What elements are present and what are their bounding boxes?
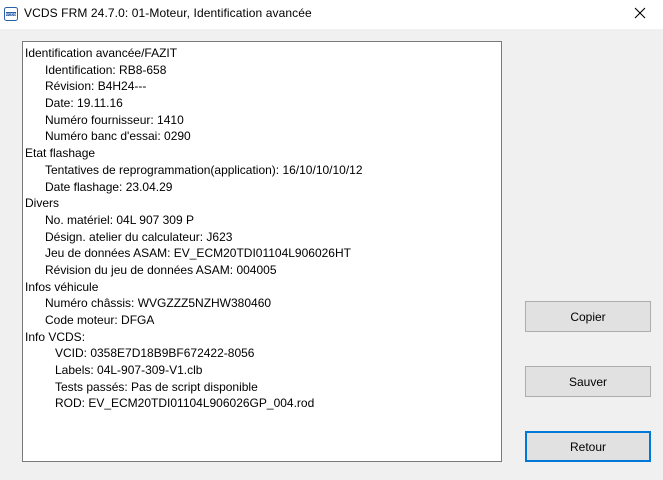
- copy-button[interactable]: Copier: [525, 301, 651, 332]
- info-line: Numéro fournisseur: 1410: [45, 112, 184, 127]
- info-line: Révision: B4H24---: [45, 79, 147, 94]
- window-title: VCDS FRM 24.7.0: 01-Moteur, Identificati…: [24, 6, 312, 20]
- info-line: Code moteur: DFGA: [45, 313, 155, 327]
- section-heading: Divers: [25, 196, 60, 211]
- vcds-window: VCDS VCDS FRM 24.7.0: 01-Moteur, Identif…: [0, 0, 663, 480]
- info-line: Date: 19.11.16: [45, 96, 123, 111]
- close-icon: [634, 6, 646, 24]
- section-heading: Info VCDS:: [25, 329, 86, 344]
- section-heading: Identification avancée/FAZIT: [25, 46, 178, 60]
- dialog-client-area: Identification avancée/FAZIT Identificati…: [0, 29, 663, 480]
- title-bar[interactable]: VCDS VCDS FRM 24.7.0: 01-Moteur, Identif…: [0, 0, 663, 29]
- info-line: Labels: 04L-907-309-V1.clb: [55, 363, 203, 378]
- info-line: Numéro châssis: WVGZZZ5NZHW380460: [45, 296, 272, 311]
- info-line: ROD: EV_ECM20TDI01104L906026GP_004.rod: [55, 396, 315, 411]
- info-line: Révision du jeu de données ASAM: 004005: [45, 262, 277, 277]
- save-button[interactable]: Sauver: [525, 366, 651, 397]
- info-line: Date flashage: 23.04.29: [45, 179, 173, 194]
- info-line: VCID: 0358E7D18B9BF672422-8056: [55, 346, 255, 361]
- info-line: Tests passés: Pas de script disponible: [55, 379, 258, 394]
- info-line: Désign. atelier du calculateur: J623: [45, 229, 233, 244]
- close-button[interactable]: [617, 0, 663, 29]
- back-button[interactable]: Retour: [525, 431, 651, 462]
- info-line: No. matériel: 04L 907 309 P: [45, 212, 194, 227]
- section-heading: Etat flashage: [25, 146, 96, 161]
- info-line: Jeu de données ASAM: EV_ECM20TDI01104L90…: [45, 246, 351, 261]
- section-heading: Infos véhicule: [25, 279, 99, 294]
- svg-text:VCDS: VCDS: [6, 12, 17, 16]
- identification-text-box[interactable]: Identification avancée/FAZIT Identificati…: [22, 41, 502, 462]
- info-line: Tentatives de reprogrammation(applicatio…: [45, 162, 363, 177]
- info-line: Numéro banc d'essai: 0290: [45, 129, 191, 144]
- vcds-app-icon: VCDS: [4, 7, 18, 21]
- info-line: Identification: RB8-658: [45, 62, 167, 77]
